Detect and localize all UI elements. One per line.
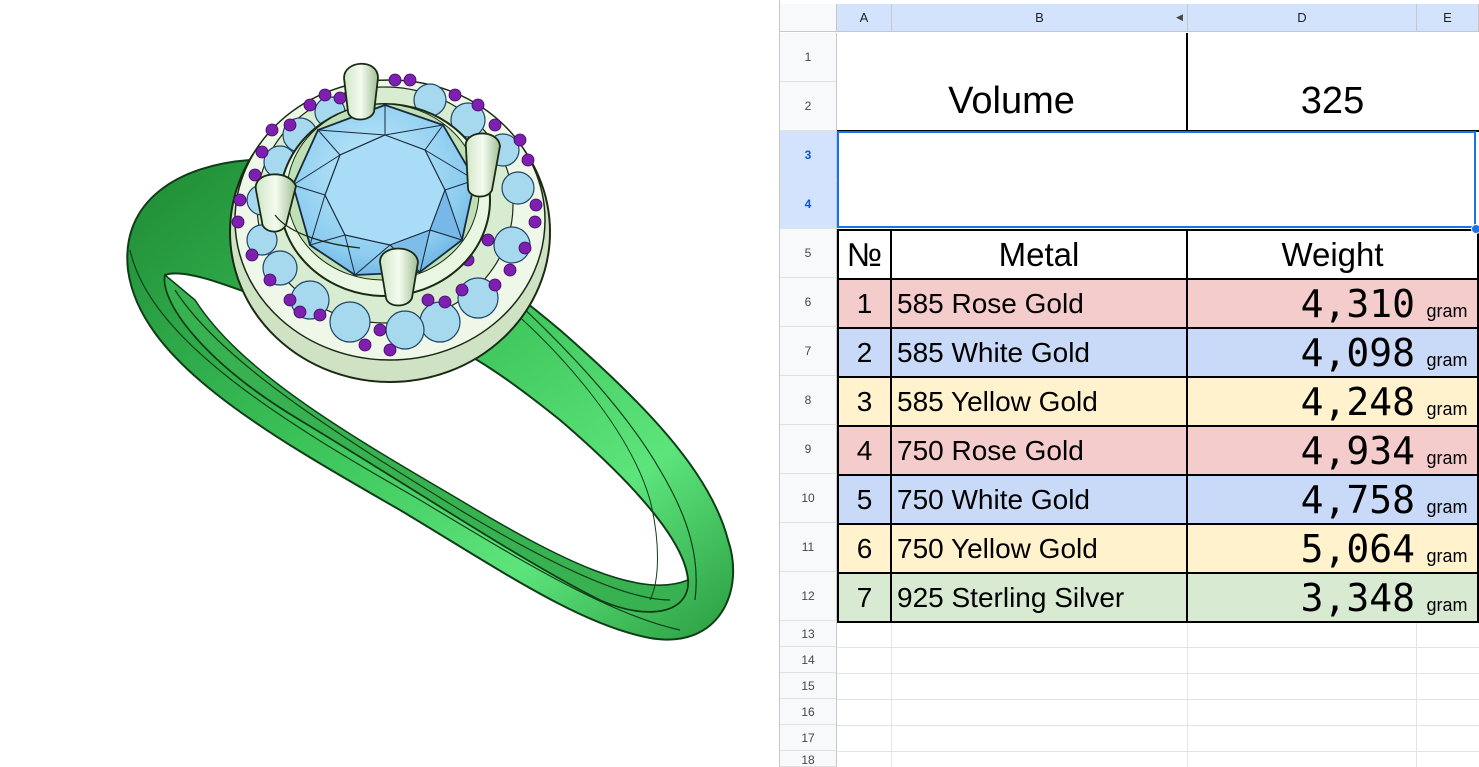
header-metal-cell[interactable]: Metal [890,229,1188,280]
metal-name-cell[interactable]: 925 Sterling Silver [890,572,1188,623]
column-header-d[interactable]: D [1188,4,1417,32]
row-number-cell[interactable]: 4 [837,425,892,476]
weight-value-cell[interactable]: 4,310 [1186,278,1419,329]
row-header-5[interactable]: 5 [780,229,837,278]
row-header-1[interactable]: 1 [780,33,837,82]
gridline [837,673,1479,674]
metal-name-cell[interactable]: 585 Yellow Gold [890,376,1188,427]
gridline [1416,621,1417,767]
spreadsheet-grid[interactable]: A B ◀ ▶ D E 1 2 3 4 5 6 7 8 9 10 11 12 1… [779,0,1479,767]
header-number-cell[interactable]: № [837,229,892,280]
selection-range [837,131,1476,228]
weight-value-cell[interactable]: 4,098 [1186,327,1419,378]
column-header-e[interactable]: E [1417,4,1479,32]
selection-fill-handle[interactable] [1471,224,1479,234]
row-header-9[interactable]: 9 [780,425,837,474]
row-header-8[interactable]: 8 [780,376,837,425]
volume-label-cell[interactable]: Volume [837,33,1188,132]
gridline [837,751,1479,752]
weight-value-cell[interactable]: 4,934 [1186,425,1419,476]
metal-name-cell[interactable]: 750 Rose Gold [890,425,1188,476]
metal-name-cell[interactable]: 750 Yellow Gold [890,523,1188,574]
row-number-cell[interactable]: 6 [837,523,892,574]
weight-unit-cell[interactable]: gram [1417,327,1479,378]
row-header-7[interactable]: 7 [780,327,837,376]
weight-unit-cell[interactable]: gram [1417,572,1479,623]
weight-unit-cell[interactable]: gram [1417,376,1479,427]
weight-value-cell[interactable]: 3,348 [1186,572,1419,623]
gridline [837,647,1479,648]
header-weight-cell[interactable]: Weight [1186,229,1479,280]
row-header-14[interactable]: 14 [780,647,837,673]
row-header-12[interactable]: 12 [780,572,837,621]
row-number-cell[interactable]: 2 [837,327,892,378]
row-header-16[interactable]: 16 [780,699,837,725]
metal-name-cell[interactable]: 585 White Gold [890,327,1188,378]
row-header-6[interactable]: 6 [780,278,837,327]
column-header-a[interactable]: A [837,4,892,32]
weight-unit-cell[interactable]: gram [1417,425,1479,476]
weight-unit-cell[interactable]: gram [1417,523,1479,574]
hidden-columns-left-arrow-icon[interactable]: ◀ [1176,12,1183,23]
weight-value-cell[interactable]: 4,248 [1186,376,1419,427]
row-header-15[interactable]: 15 [780,673,837,699]
row-header-17[interactable]: 17 [780,725,837,751]
gridline [837,725,1479,726]
row-header-18[interactable]: 18 [780,751,837,767]
ring-3d-viewport[interactable] [0,0,779,767]
row-header-4[interactable]: 4 [780,180,837,229]
row-number-cell[interactable]: 3 [837,376,892,427]
weight-value-cell[interactable]: 4,758 [1186,474,1419,525]
row-header-11[interactable]: 11 [780,523,837,572]
row-header-10[interactable]: 10 [780,474,837,523]
volume-value-cell[interactable]: 325 [1186,33,1479,132]
ring-model-icon [126,62,735,641]
weight-unit-cell[interactable]: gram [1417,278,1479,329]
row-header-3[interactable]: 3 [780,131,837,180]
column-header-b[interactable]: B [892,4,1188,32]
select-all-corner[interactable] [780,4,837,32]
gridline [837,699,1479,700]
weight-value-cell[interactable]: 5,064 [1186,523,1419,574]
metal-name-cell[interactable]: 585 Rose Gold [890,278,1188,329]
weight-unit-cell[interactable]: gram [1417,474,1479,525]
metal-name-cell[interactable]: 750 White Gold [890,474,1188,525]
row-header-13[interactable]: 13 [780,621,837,647]
gridline [891,621,892,767]
gridline [1187,621,1188,767]
row-number-cell[interactable]: 5 [837,474,892,525]
row-header-2[interactable]: 2 [780,82,837,131]
row-number-cell[interactable]: 1 [837,278,892,329]
row-number-cell[interactable]: 7 [837,572,892,623]
